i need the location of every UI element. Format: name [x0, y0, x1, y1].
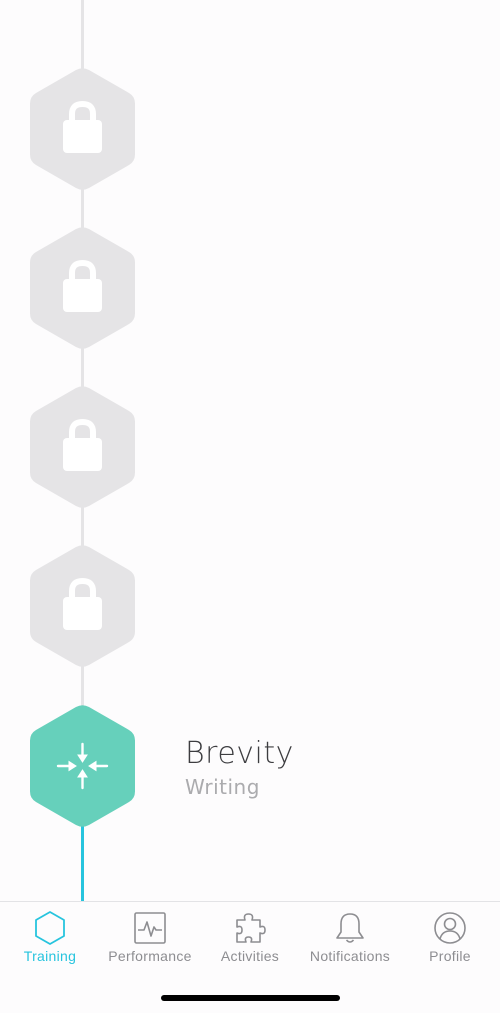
lock-icon	[63, 100, 102, 153]
locked-level-node[interactable]	[27, 544, 138, 668]
lock-icon	[63, 418, 102, 471]
tab-label: Training	[23, 948, 77, 964]
bell-icon	[336, 913, 364, 943]
lock-icon	[63, 259, 102, 312]
timeline-connector	[81, 0, 84, 72]
locked-level-node[interactable]	[27, 226, 138, 350]
puzzle-piece-icon	[236, 913, 266, 943]
current-level-info[interactable]: Brevity Writing	[185, 734, 294, 802]
timeline-connector	[81, 663, 84, 709]
timeline-connector-active	[81, 822, 84, 902]
level-title: Brevity	[185, 736, 294, 771]
compress-arrows-icon	[56, 742, 109, 790]
tab-activities[interactable]: Activities	[200, 902, 300, 982]
tab-label: Activities	[220, 948, 280, 964]
hexagon-icon	[35, 911, 65, 945]
tab-notifications[interactable]: Notifications	[300, 902, 400, 982]
locked-level-node[interactable]	[27, 385, 138, 509]
tab-performance[interactable]: Performance	[100, 902, 200, 982]
home-indicator[interactable]	[161, 995, 340, 1001]
lock-icon	[63, 577, 102, 630]
tab-label: Profile	[429, 948, 471, 964]
tab-profile[interactable]: Profile	[400, 902, 500, 982]
locked-level-node[interactable]	[27, 67, 138, 191]
tab-training[interactable]: Training	[0, 902, 100, 982]
tab-label: Notifications	[309, 948, 391, 964]
pulse-chart-icon	[134, 912, 166, 944]
level-category: Writing	[185, 775, 260, 799]
tab-label: Performance	[108, 948, 192, 964]
current-level-node[interactable]	[27, 704, 138, 828]
user-circle-icon	[434, 912, 466, 944]
training-screen: Brevity Writing Training Performance Act…	[0, 0, 500, 1013]
